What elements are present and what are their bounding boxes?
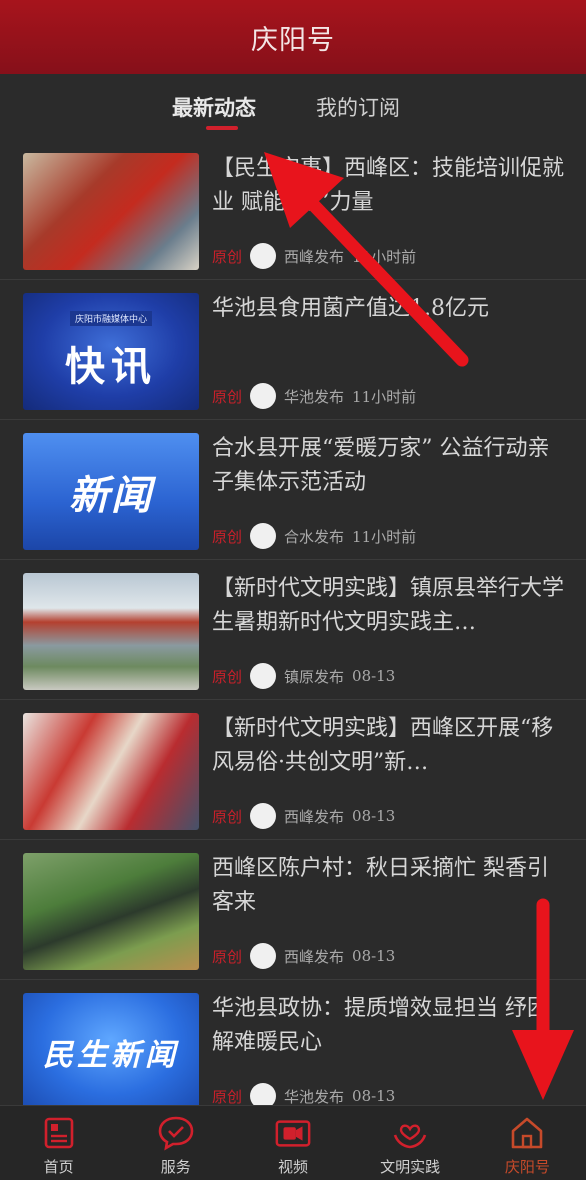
news-meta: 原创 合水发布 11小时前 xyxy=(212,522,416,550)
nav-home[interactable]: 首页 xyxy=(0,1106,117,1180)
news-title: 华池县政协：提质增效显担当 纾困解难暖民心 xyxy=(212,996,549,1055)
news-meta: 原创 华池发布 08-13 xyxy=(212,1082,395,1105)
publish-time: 08-13 xyxy=(352,807,396,825)
nav-label: 视频 xyxy=(277,1158,308,1176)
nav-qingyang-hao[interactable]: 庆阳号 xyxy=(469,1106,586,1180)
news-title: 华池县食用菌产值达1.8亿元 xyxy=(212,296,489,321)
thumbnail-text: 新闻 xyxy=(69,472,153,519)
news-title: 【新时代文明实践】镇原县举行大学生暑期新时代文明实践主… xyxy=(212,576,564,635)
home-icon xyxy=(508,1114,546,1152)
news-item[interactable]: 【新时代文明实践】西峰区开展“移风易俗·共创文明”新… 原创 西峰发布 08-1… xyxy=(0,700,586,840)
video-icon xyxy=(274,1114,312,1152)
tab-latest[interactable]: 最新动态 xyxy=(172,92,256,122)
nav-video[interactable]: 视频 xyxy=(234,1106,351,1180)
publish-time: 11小时前 xyxy=(352,247,417,266)
news-feed[interactable]: 【民生实事】西峰区：技能培训促就业 赋能“她”力量 原创 西峰发布 11小时前 … xyxy=(0,140,586,1105)
nav-services[interactable]: 服务 xyxy=(117,1106,234,1180)
chat-check-icon xyxy=(157,1114,195,1152)
source-name: 华池发布 xyxy=(284,1087,345,1106)
thumbnail-text: 快讯 xyxy=(65,344,157,390)
source-avatar xyxy=(250,1083,277,1105)
app-header: 庆阳号 xyxy=(0,0,586,74)
news-thumbnail xyxy=(23,853,199,970)
original-tag: 原创 xyxy=(212,1087,243,1106)
news-meta: 原创 西峰发布 08-13 xyxy=(212,802,395,830)
news-item[interactable]: 【民生实事】西峰区：技能培训促就业 赋能“她”力量 原创 西峰发布 11小时前 xyxy=(0,140,586,280)
news-item[interactable]: 新闻 合水县开展“爱暖万家” 公益行动亲子集体示范活动 原创 合水发布 11小时… xyxy=(0,420,586,560)
news-meta: 原创 西峰发布 11小时前 xyxy=(212,242,416,270)
source-avatar xyxy=(250,663,277,689)
news-title: 【新时代文明实践】西峰区开展“移风易俗·共创文明”新… xyxy=(212,716,554,775)
publish-time: 08-13 xyxy=(352,947,396,965)
source-name: 华池发布 xyxy=(284,387,345,406)
original-tag: 原创 xyxy=(212,667,243,686)
news-title: 【民生实事】西峰区：技能培训促就业 赋能“她”力量 xyxy=(212,156,564,215)
thumbnail-caption: 庆阳市融媒体中心 xyxy=(69,311,152,326)
nav-label: 文明实践 xyxy=(380,1158,441,1176)
news-thumbnail: 民生新闻 xyxy=(23,993,199,1105)
thumbnail-text: 民生新闻 xyxy=(43,1037,179,1073)
source-avatar xyxy=(250,943,277,969)
source-name: 镇原发布 xyxy=(284,667,345,686)
news-meta: 原创 西峰发布 08-13 xyxy=(212,942,395,970)
news-meta: 原创 镇原发布 08-13 xyxy=(212,662,395,690)
source-avatar xyxy=(250,803,277,829)
source-name: 西峰发布 xyxy=(284,807,345,826)
original-tag: 原创 xyxy=(212,527,243,546)
publish-time: 08-13 xyxy=(352,1087,396,1105)
news-thumbnail: 庆阳市融媒体中心 快讯 xyxy=(23,293,199,410)
active-tab-indicator xyxy=(206,126,238,130)
original-tag: 原创 xyxy=(212,807,243,826)
news-thumbnail xyxy=(23,153,199,270)
source-avatar xyxy=(250,243,277,269)
newspaper-icon xyxy=(40,1114,78,1152)
nav-label: 庆阳号 xyxy=(504,1158,550,1176)
publish-time: 11小时前 xyxy=(352,387,417,406)
source-name: 西峰发布 xyxy=(284,247,345,266)
source-avatar xyxy=(250,383,277,409)
source-name: 西峰发布 xyxy=(284,947,345,966)
publish-time: 11小时前 xyxy=(352,527,417,546)
heart-hands-icon xyxy=(391,1114,429,1152)
nav-label: 首页 xyxy=(43,1158,74,1176)
news-title: 合水县开展“爱暖万家” 公益行动亲子集体示范活动 xyxy=(212,436,550,495)
news-item[interactable]: 民生新闻 华池县政协：提质增效显担当 纾困解难暖民心 原创 华池发布 08-13 xyxy=(0,980,586,1105)
tab-subscriptions[interactable]: 我的订阅 xyxy=(316,92,400,122)
tab-bar: 最新动态 我的订阅 xyxy=(0,74,586,140)
news-item[interactable]: 庆阳市融媒体中心 快讯 华池县食用菌产值达1.8亿元 原创 华池发布 11小时前 xyxy=(0,280,586,420)
source-name: 合水发布 xyxy=(284,527,345,546)
page-title: 庆阳号 xyxy=(251,24,335,56)
news-thumbnail xyxy=(23,573,199,690)
news-thumbnail xyxy=(23,713,199,830)
original-tag: 原创 xyxy=(212,387,243,406)
nav-label: 服务 xyxy=(160,1158,191,1176)
news-title: 西峰区陈户村：秋日采摘忙 梨香引客来 xyxy=(212,856,549,915)
bottom-navigation: 首页 服务 视频 文明实践 庆阳号 xyxy=(0,1105,586,1180)
news-meta: 原创 华池发布 11小时前 xyxy=(212,382,416,410)
original-tag: 原创 xyxy=(212,247,243,266)
nav-civilization-practice[interactable]: 文明实践 xyxy=(352,1106,469,1180)
news-item[interactable]: 西峰区陈户村：秋日采摘忙 梨香引客来 原创 西峰发布 08-13 xyxy=(0,840,586,980)
publish-time: 08-13 xyxy=(352,667,396,685)
original-tag: 原创 xyxy=(212,947,243,966)
news-thumbnail: 新闻 xyxy=(23,433,199,550)
source-avatar xyxy=(250,523,277,549)
news-item[interactable]: 【新时代文明实践】镇原县举行大学生暑期新时代文明实践主… 原创 镇原发布 08-… xyxy=(0,560,586,700)
